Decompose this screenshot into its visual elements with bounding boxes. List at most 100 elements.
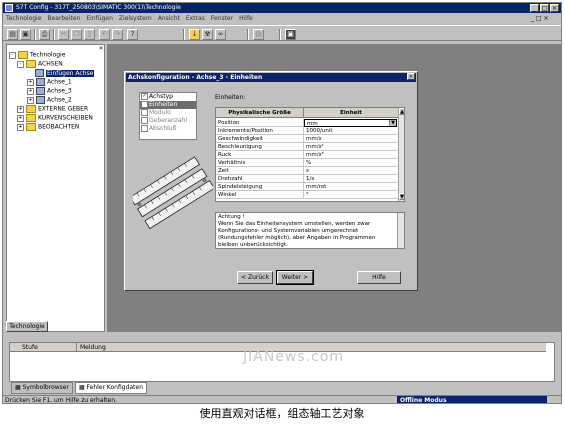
column-header[interactable]: Stufe — [22, 343, 38, 352]
cell-unit[interactable]: s — [304, 167, 397, 175]
table-row[interactable]: Spindelsteigung mm/rot — [216, 183, 398, 191]
app-window: S7T Config - 317T_250803\SIMATIC 300(1)\… — [2, 2, 562, 404]
cell-unit[interactable]: % — [304, 159, 397, 167]
chevron-down-icon[interactable]: ▼ — [389, 120, 396, 126]
table-row[interactable]: Verhältnis% — [216, 159, 398, 167]
expand-icon[interactable]: + — [27, 96, 34, 104]
mdi-window-controls[interactable]: _ □ × — [531, 14, 549, 24]
table-row[interactable]: Beschleunigung mm/s² — [216, 143, 398, 151]
step-label: Abschluß — [149, 125, 177, 132]
step-geberanzahl[interactable]: Geberanzahl — [140, 117, 196, 125]
tab-fehler-konfigdaten[interactable]: ▦ Fehler Konfigdaten — [74, 382, 147, 394]
tree-node-achse3[interactable]: + Achse_3 — [27, 87, 72, 96]
scroll-down-icon[interactable]: ▼ — [399, 193, 404, 200]
tree-node-insert-axis[interactable]: Einfügen Achse — [35, 69, 95, 78]
menu-fenster[interactable]: Fenster — [208, 14, 236, 24]
menu-ansicht[interactable]: Ansicht — [155, 14, 183, 24]
menu-bearbeiten[interactable]: Bearbeiten — [44, 14, 83, 24]
folder-icon — [26, 60, 36, 68]
close-button[interactable]: × — [550, 4, 559, 12]
tree-node-externe-geber[interactable]: + EXTERNE GEBER — [17, 105, 88, 114]
step-achstyp[interactable]: ✓ Achstyp — [140, 93, 196, 101]
download-icon[interactable]: ↓ — [189, 29, 200, 40]
scroll-up-icon[interactable]: ▲ — [399, 108, 404, 115]
tree-node-kurvenscheiben[interactable]: + KURVENSCHEIBEN — [17, 114, 93, 123]
menu-technologie[interactable]: Technologie — [3, 14, 44, 24]
step-abschluss[interactable]: Abschluß — [140, 125, 196, 133]
cell-unit[interactable]: mm/s³ — [304, 151, 397, 159]
column-header: Physikalische Größe — [216, 108, 304, 118]
tab-technologie[interactable]: Technologie — [6, 321, 48, 332]
table-row[interactable]: Drehzahl 1/s — [216, 175, 398, 183]
help-button[interactable]: Hilfe — [357, 271, 401, 284]
tree-node-label: Einfügen Achse — [46, 69, 95, 77]
status-hint: Drücken Sie F1, um Hilfe zu erhalten. — [5, 397, 117, 404]
expand-icon[interactable]: + — [27, 87, 34, 95]
table-scrollbar[interactable]: ▲ ▼ — [398, 108, 404, 201]
expand-icon[interactable]: + — [17, 123, 24, 131]
table-row[interactable]: Position mm ▼ — [216, 119, 398, 127]
watermark: JIANews.com — [243, 349, 345, 365]
cell-unit[interactable]: mm/s — [304, 135, 397, 143]
diagnose-icon[interactable]: ∞ — [215, 29, 226, 40]
online-icon[interactable]: ☢ — [202, 29, 213, 40]
table-row[interactable]: Inkremente/Position 1000/unit — [216, 127, 398, 135]
column-header[interactable]: Meldung — [80, 343, 106, 352]
tree-node-achsen[interactable]: - ACHSEN — [17, 60, 63, 69]
cell-unit[interactable]: mm/s² — [304, 143, 397, 151]
help-icon[interactable]: ? — [127, 29, 138, 40]
table-row[interactable]: Ruck mm/s³ — [216, 151, 398, 159]
cell-quantity: Verhältnis — [216, 159, 304, 167]
close-icon[interactable]: × — [98, 46, 104, 52]
cell-unit[interactable]: ° — [304, 191, 397, 199]
print-icon[interactable]: ⎙ — [39, 29, 50, 40]
expand-icon[interactable]: + — [17, 105, 24, 113]
tab-symbolbrowser[interactable]: ▦ Symbolbrowser — [11, 382, 73, 394]
cell-unit[interactable]: mm/rot — [304, 183, 397, 191]
tree-node-achse1[interactable]: + Achse_1 — [27, 78, 72, 87]
document-icon[interactable]: ▤ — [253, 29, 264, 40]
paste-icon[interactable]: ▯ — [84, 29, 95, 40]
save-icon[interactable]: ▤ — [7, 29, 18, 40]
menu-einfuegen[interactable]: Einfügen — [83, 14, 115, 24]
expand-icon[interactable]: + — [17, 114, 24, 122]
table-row[interactable]: Geschwindigkeit mm/s — [216, 135, 398, 143]
menu-zielsystem[interactable]: Zielsystem — [116, 14, 155, 24]
cell-unit[interactable]: 1/s — [304, 175, 397, 183]
tree-node-beobachten[interactable]: + BEOBACHTEN — [17, 123, 79, 132]
collapse-icon[interactable]: - — [9, 51, 16, 59]
tree-node-achse2[interactable]: + Achse_2 — [27, 96, 72, 105]
redo-icon[interactable]: ↷ — [112, 29, 123, 40]
compile-icon[interactable]: ▣ — [20, 29, 31, 40]
step-einheiten[interactable]: Einheiten — [140, 101, 196, 109]
next-button[interactable]: Weiter > — [276, 270, 314, 285]
menu-hilfe[interactable]: Hilfe — [236, 14, 256, 24]
cell-unit[interactable]: 1000/unit — [304, 127, 397, 135]
note-scrollbar[interactable] — [397, 213, 404, 248]
column-header: Einheit — [304, 108, 398, 118]
unit-dropdown[interactable]: mm ▼ — [304, 119, 397, 127]
tree-node-label: BEOBACHTEN — [38, 123, 80, 131]
monitor-icon[interactable]: ▣ — [285, 29, 296, 40]
table-icon: ▦ — [15, 384, 23, 391]
step-label: Achstyp — [149, 93, 173, 100]
warning-title: Achtung ! — [218, 214, 245, 220]
expand-icon[interactable]: + — [27, 78, 34, 86]
cut-icon[interactable]: ✂ — [58, 29, 69, 40]
title-bar: S7T Config - 317T_250803\SIMATIC 300(1)\… — [3, 3, 561, 13]
menu-extras[interactable]: Extras — [183, 14, 208, 24]
tree-root[interactable]: - Technologie — [9, 51, 65, 60]
step-modulo[interactable]: Modulo — [140, 109, 196, 117]
minimize-button[interactable]: _ — [530, 4, 539, 12]
table-row[interactable]: Winkel ° — [216, 191, 398, 199]
maximize-button[interactable]: □ — [540, 4, 549, 12]
copy-icon[interactable]: ❐ — [71, 29, 82, 40]
collapse-icon[interactable]: - — [17, 60, 24, 68]
cell-quantity: Inkremente/Position — [216, 127, 304, 135]
table-row[interactable]: Zeit s — [216, 167, 398, 175]
cell-quantity: Ruck — [216, 151, 304, 159]
step-checkbox — [141, 125, 148, 132]
back-button[interactable]: < Zurück — [237, 271, 273, 284]
dialog-close-button[interactable]: × — [407, 73, 415, 80]
undo-icon[interactable]: ↶ — [99, 29, 110, 40]
